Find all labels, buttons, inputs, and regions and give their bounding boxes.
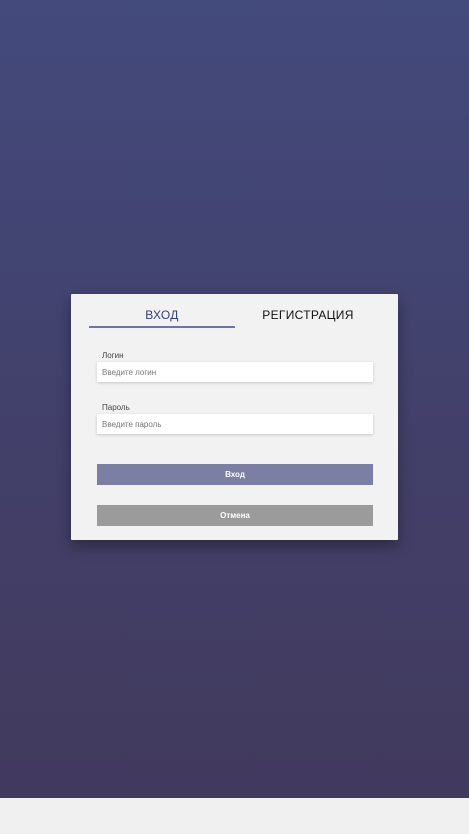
auth-tabs: ВХОД РЕГИСТРАЦИЯ <box>89 304 381 328</box>
tab-register[interactable]: РЕГИСТРАЦИЯ <box>235 304 381 326</box>
cancel-button[interactable]: Отмена <box>97 505 373 526</box>
login-button[interactable]: Вход <box>97 464 373 485</box>
password-input[interactable] <box>97 414 373 434</box>
page: ВХОД РЕГИСТРАЦИЯ Логин Пароль Вход Отмен… <box>0 0 469 834</box>
tab-login[interactable]: ВХОД <box>89 304 235 328</box>
auth-dialog: ВХОД РЕГИСТРАЦИЯ Логин Пароль Вход Отмен… <box>71 294 398 540</box>
login-input[interactable] <box>97 362 373 382</box>
login-label: Логин <box>102 351 124 360</box>
password-label: Пароль <box>102 403 130 412</box>
